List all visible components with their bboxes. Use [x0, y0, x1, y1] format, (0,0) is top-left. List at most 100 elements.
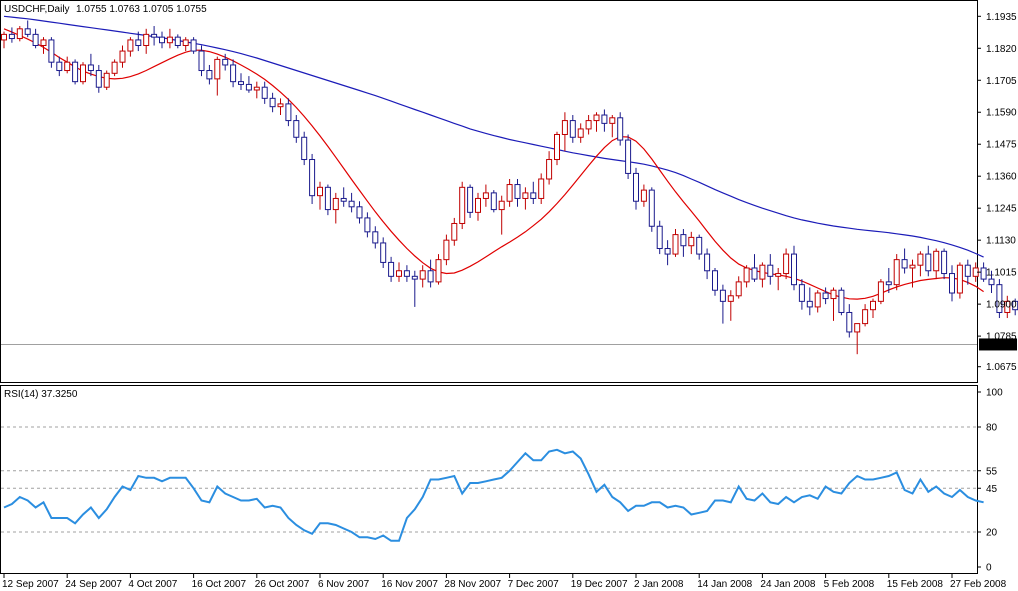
- candle-body: [222, 58, 229, 66]
- candle-body: [854, 323, 861, 333]
- candle: [72, 59, 79, 85]
- symbol-label: USDCHF,Daily: [4, 4, 70, 15]
- candle-body: [862, 309, 869, 325]
- candle-body: [577, 128, 584, 138]
- candle-body: [348, 200, 355, 208]
- candle-body: [277, 103, 284, 108]
- candle-body: [253, 86, 260, 91]
- candle-body: [411, 275, 418, 280]
- candle-body: [324, 186, 331, 211]
- chart-window: 1.1935 1.1820 1.1705 1.1590 1.1475 1.1360 1.12…: [0, 0, 1018, 590]
- candle-body: [569, 120, 576, 138]
- price-tick-label: 1.1360: [986, 172, 1017, 183]
- price-tick-label: 1.1705: [986, 76, 1017, 87]
- candle-body: [949, 273, 955, 294]
- candle-body: [514, 184, 521, 199]
- candle-body: [1, 33, 7, 41]
- candle-body: [230, 64, 237, 83]
- candle-body: [190, 39, 197, 52]
- candle-body: [956, 264, 963, 294]
- candle-body: [293, 120, 300, 138]
- candle-body: [364, 217, 371, 233]
- candle-body: [696, 236, 703, 255]
- candle-body: [546, 159, 553, 180]
- candle: [459, 181, 466, 230]
- candle-body: [633, 172, 639, 202]
- candle-body: [506, 184, 513, 202]
- candle-body: [712, 270, 718, 291]
- candle-body: [24, 28, 31, 35]
- time-tick-label: 27 Feb 2008: [950, 579, 1007, 590]
- candle-body: [403, 270, 410, 277]
- candle-body: [672, 234, 679, 255]
- price-tick-label: 1.0675: [986, 362, 1017, 373]
- candle-body: [933, 250, 940, 272]
- candle-body: [751, 267, 758, 280]
- candle-body: [680, 234, 687, 247]
- price-tick-label: 1.1130: [986, 236, 1016, 247]
- candle-body: [727, 295, 734, 302]
- price-axis: 1.1935 1.1820 1.1705 1.1590 1.1475 1.1360 1.12…: [977, 12, 1017, 373]
- candle: [996, 279, 1003, 319]
- time-tick-label: 19 Dec 2007: [571, 579, 628, 590]
- candle-body: [451, 222, 458, 241]
- candle-body: [846, 311, 853, 333]
- candle-body: [372, 231, 379, 244]
- candle-body: [704, 253, 711, 272]
- candle-body: [87, 64, 94, 72]
- candle-body: [791, 253, 797, 286]
- candle-body: [396, 270, 402, 277]
- time-tick-label: 6 Nov 2007: [318, 579, 370, 590]
- candle-body: [909, 264, 916, 269]
- candle-body: [206, 70, 213, 80]
- candle-body: [143, 33, 150, 46]
- candle-body: [490, 192, 497, 211]
- candle-body: [435, 259, 442, 283]
- candle-body: [988, 278, 995, 286]
- candle-body: [893, 259, 900, 286]
- candle-body: [522, 192, 529, 199]
- candle-body: [467, 186, 474, 213]
- candle-body: [317, 186, 323, 197]
- candle-body: [767, 264, 774, 277]
- candle-body: [309, 159, 316, 197]
- candle-body: [648, 189, 655, 227]
- candle-body: [822, 292, 829, 300]
- candle-body: [80, 64, 86, 83]
- price-tick-label: 1.1820: [986, 44, 1017, 55]
- candle: [16, 26, 23, 42]
- candle-body: [554, 133, 560, 161]
- candle: [103, 70, 110, 90]
- candle-body: [901, 259, 908, 269]
- candle-body: [103, 72, 110, 88]
- time-tick-label: 7 Dec 2007: [508, 579, 560, 590]
- candle-body: [719, 289, 726, 302]
- candle-body: [743, 267, 750, 283]
- candle-body: [870, 300, 876, 311]
- candle: [648, 187, 655, 232]
- candle-body: [964, 264, 971, 277]
- candle-body: [301, 136, 308, 161]
- candle-body: [593, 114, 600, 122]
- candle-body: [830, 289, 837, 300]
- candle-body: [64, 61, 71, 72]
- candle-body: [48, 39, 55, 63]
- rsi-tick-label: 80: [986, 423, 998, 434]
- candle-body: [261, 86, 268, 99]
- time-tick-label: 16 Oct 2007: [192, 579, 247, 590]
- candle-body: [443, 239, 450, 261]
- candle-body: [482, 192, 489, 199]
- candle: [190, 37, 197, 54]
- candle-body: [538, 178, 545, 199]
- candle-body: [56, 61, 63, 72]
- rsi-axis: 100 80 55 45 20 0: [977, 388, 1003, 574]
- time-tick-label: 12 Sep 2007: [2, 579, 59, 590]
- candle-body: [8, 33, 15, 40]
- candle-body: [111, 61, 118, 74]
- candle-body: [617, 117, 624, 141]
- candle-body: [561, 120, 568, 135]
- time-tick-label: 16 Nov 2007: [381, 579, 438, 590]
- candle-body: [40, 39, 47, 46]
- candle-body: [917, 253, 924, 266]
- candle-body: [498, 200, 505, 211]
